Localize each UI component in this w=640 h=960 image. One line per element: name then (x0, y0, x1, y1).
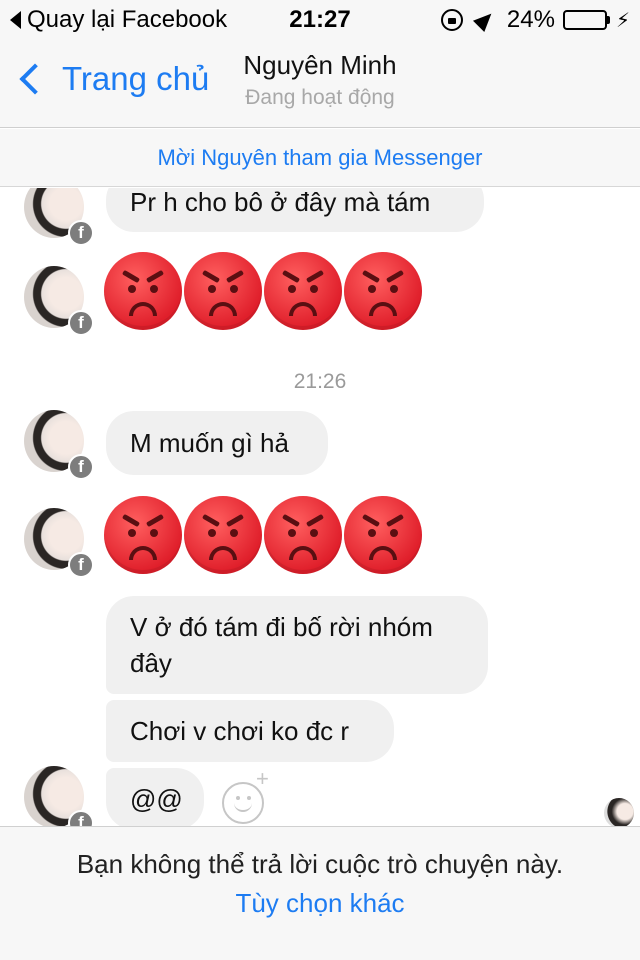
orientation-lock-icon (440, 9, 463, 31)
angry-face-icon[interactable] (264, 496, 342, 574)
message-text: V ở đó tám đi bố rời nhóm đây (130, 612, 433, 678)
battery-icon (562, 10, 610, 30)
message-bubble[interactable]: M muốn gì hả (106, 411, 328, 475)
chat-area[interactable]: f Pr h cho bô ở đây mà tám f 21:26 f M m… (0, 188, 640, 826)
contact-avatar[interactable]: f (24, 760, 94, 826)
conversation-title[interactable]: Nguyên Minh (200, 50, 440, 81)
seen-avatar (604, 798, 634, 826)
battery-percent: 24% (506, 6, 555, 33)
cannot-reply-notice: Bạn không thể trả lời cuộc trò chuyện nà… (76, 849, 564, 879)
facebook-icon: f (68, 810, 94, 826)
facebook-icon: f (68, 454, 94, 480)
message-bubble[interactable]: Chơi v chơi ko đc r (106, 700, 394, 762)
status-right: 24% ⚡ (440, 6, 630, 34)
contact-avatar[interactable]: f (24, 188, 94, 246)
location-arrow-icon (472, 7, 497, 33)
angry-face-icon[interactable] (104, 252, 182, 330)
message-bubble[interactable]: @@ (106, 768, 204, 826)
message-text: M muốn gì hả (130, 428, 289, 458)
facebook-icon: f (68, 552, 94, 578)
more-options-link[interactable]: Tùy chọn khác (0, 888, 640, 919)
charging-bolt-icon: ⚡ (615, 9, 630, 32)
contact-avatar[interactable]: f (24, 404, 94, 480)
facebook-icon: f (68, 220, 94, 246)
angry-face-icon[interactable] (104, 496, 182, 574)
invite-messenger-link[interactable]: Mời Nguyên tham gia Messenger (0, 129, 640, 187)
angry-face-icon[interactable] (184, 496, 262, 574)
angry-face-icon[interactable] (344, 496, 422, 574)
contact-avatar[interactable]: f (24, 502, 94, 578)
active-status: Đang hoạt động (245, 86, 395, 109)
angry-face-icon[interactable] (344, 252, 422, 330)
message-text: Chơi v chơi ko đc r (130, 716, 350, 746)
message-text: Pr h cho bô ở đây mà tám (130, 188, 431, 217)
footer: Bạn không thể trả lời cuộc trò chuyện nà… (0, 826, 640, 960)
message-text: @@ (130, 784, 183, 814)
contact-avatar[interactable]: f (24, 260, 94, 336)
facebook-icon: f (68, 310, 94, 336)
message-bubble[interactable]: V ở đó tám đi bố rời nhóm đây (106, 596, 488, 694)
chevron-left-icon (19, 63, 51, 95)
back-button-label: Trang chủ (62, 60, 210, 97)
back-button[interactable]: Trang chủ (16, 60, 209, 98)
angry-face-icon[interactable] (184, 252, 262, 330)
angry-face-icon[interactable] (264, 252, 342, 330)
timestamp-separator: 21:26 (293, 370, 347, 393)
plus-icon: + (256, 766, 269, 791)
nav-bar: Trang chủ Nguyên Minh Đang hoạt động (0, 40, 640, 128)
message-bubble[interactable]: Pr h cho bô ở đây mà tám (106, 188, 484, 232)
status-bar: Quay lại Facebook 21:27 24% ⚡ (0, 0, 640, 40)
